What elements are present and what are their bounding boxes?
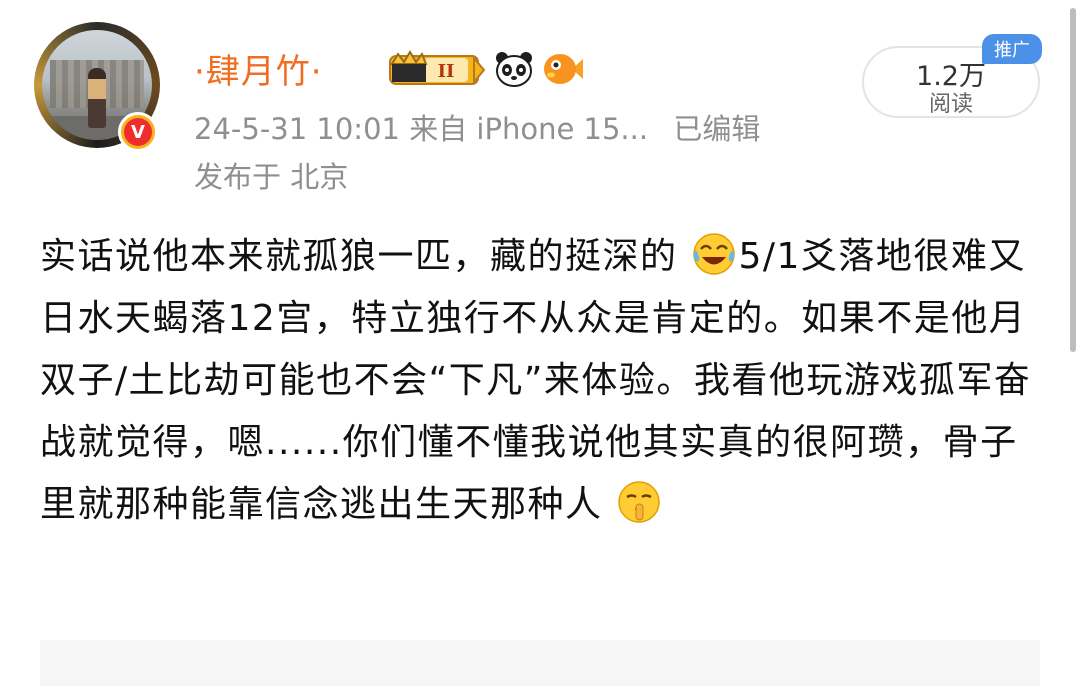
verified-icon: V xyxy=(118,112,158,152)
post-content: 实话说他本来就孤狼一匹，藏的挺深的 5/1爻落地很难又日水天蝎落12宫，特立独行… xyxy=(40,226,1050,536)
read-label: 阅读 xyxy=(928,92,973,117)
level-label: II xyxy=(438,61,455,82)
crown-level-icon[interactable]: II xyxy=(384,50,488,88)
post-text-part-1: 实话说他本来就孤狼一匹，藏的挺深的 xyxy=(40,236,678,277)
username[interactable]: ·肆月竹· xyxy=(194,44,323,93)
fish-icon[interactable] xyxy=(542,50,584,88)
verified-mark: V xyxy=(124,118,152,146)
post-source[interactable]: 来自 iPhone 15... xyxy=(409,112,648,146)
panda-icon[interactable] xyxy=(494,49,534,89)
post-text-part-2: 5/1爻落地很难又日水天蝎落12宫，特立独行不从众是肯定的。如果不是他月双子/土… xyxy=(40,236,1032,525)
edited-label[interactable]: 已编辑 xyxy=(673,112,760,146)
weibo-post: V ·肆月竹· II 24-5-31 10:01 来自 iPhone 15...… xyxy=(0,0,1080,686)
post-timestamp: 24-5-31 10:01 xyxy=(194,112,400,146)
post-location: 发布于 北京 xyxy=(194,160,349,194)
shush-emoji xyxy=(618,481,661,523)
post-meta: 24-5-31 10:01 来自 iPhone 15... 已编辑 xyxy=(194,106,760,148)
scrollbar[interactable] xyxy=(1070,8,1076,352)
post-image-preview[interactable] xyxy=(40,640,1040,686)
laughing-crying-emoji xyxy=(693,233,736,275)
ad-tag: 推广 xyxy=(982,34,1042,64)
